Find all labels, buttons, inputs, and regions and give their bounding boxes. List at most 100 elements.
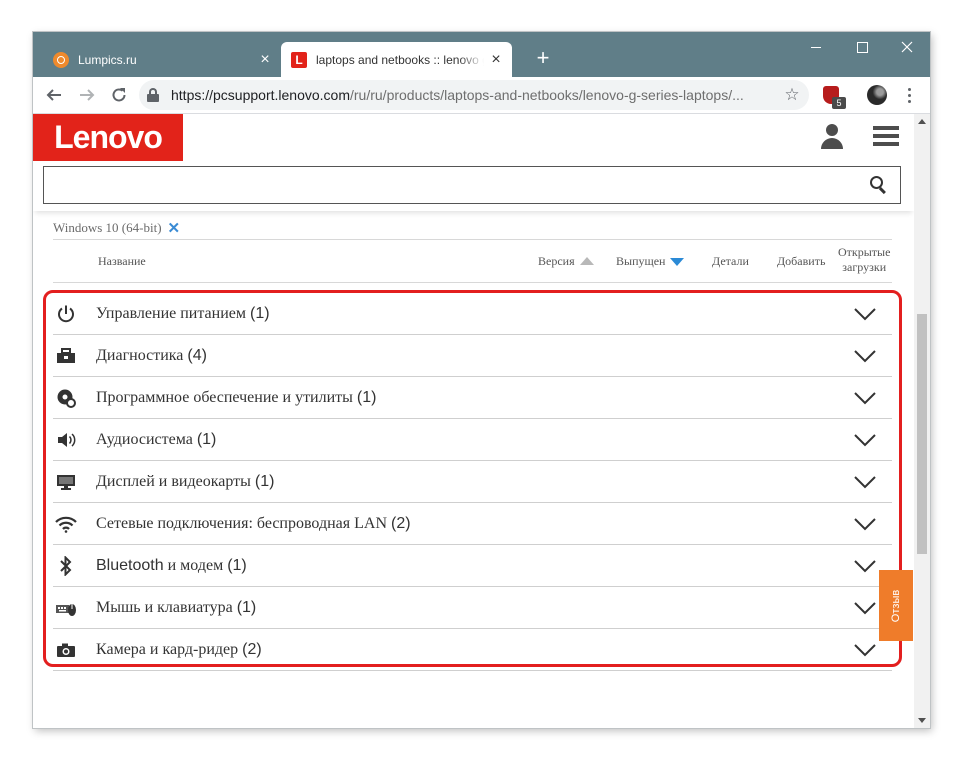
mouse-keyboard-icon — [55, 597, 77, 619]
category-row-audio[interactable]: Аудиосистема (1) — [53, 419, 892, 461]
category-row-camera[interactable]: Камера и кард-ридер (2) — [53, 629, 892, 671]
hamburger-menu-icon[interactable] — [873, 126, 899, 148]
profile-avatar[interactable] — [867, 85, 887, 105]
chevron-down-icon[interactable] — [854, 601, 876, 615]
category-row-bluetooth[interactable]: Bluetooth и модем (1) — [53, 545, 892, 587]
category-row-power[interactable]: Управление питанием (1) — [53, 293, 892, 335]
tab-lumpics[interactable]: Lumpics.ru × — [43, 42, 281, 77]
category-label: Диагностика (4) — [96, 346, 207, 364]
category-row-mouse-keyboard[interactable]: Мышь и клавиатура (1) — [53, 587, 892, 629]
table-header: Название Версия Выпущен Детали Добавить … — [53, 240, 892, 283]
maximize-button[interactable] — [839, 32, 885, 62]
category-label: Аудиосистема (1) — [96, 430, 217, 448]
remove-filter-icon[interactable]: ✕ — [168, 219, 181, 237]
search-icon[interactable] — [870, 176, 888, 195]
column-details: Детали — [712, 254, 749, 268]
chevron-down-icon[interactable] — [854, 559, 876, 573]
category-label: Сетевые подключения: беспроводная LAN (2… — [96, 514, 411, 532]
column-add: Добавить — [777, 254, 826, 268]
feedback-label: Отзыв — [889, 589, 902, 622]
camera-icon — [55, 639, 77, 661]
category-row-diagnostics[interactable]: Диагностика (4) — [53, 335, 892, 377]
minimize-icon — [811, 46, 821, 48]
bluetooth-icon — [55, 555, 77, 577]
lenovo-logo[interactable]: Lenovo — [33, 114, 183, 161]
maximize-icon — [856, 41, 868, 53]
chevron-down-icon[interactable] — [854, 349, 876, 363]
column-version[interactable]: Версия — [538, 254, 594, 269]
browser-toolbar: https://pcsupport.lenovo.com/ru/ru/produ… — [33, 77, 930, 114]
category-label: Bluetooth и модем (1) — [96, 556, 247, 574]
search-bar — [33, 161, 914, 211]
monitor-icon — [55, 471, 77, 493]
category-label: Программное обеспечение и утилиты (1) — [96, 388, 377, 406]
column-open-downloads: Открытые загрузки — [838, 245, 890, 275]
scroll-thumb[interactable] — [917, 314, 927, 554]
arrow-right-icon — [80, 89, 95, 101]
column-open-line1: Открытые — [838, 245, 891, 259]
close-window-button[interactable] — [884, 32, 930, 62]
arrow-left-icon — [46, 89, 61, 101]
tab-close-icon[interactable]: × — [253, 51, 277, 69]
toolbox-icon — [55, 345, 77, 367]
os-filter-label: Windows 10 (64-bit) — [53, 220, 162, 235]
chevron-down-icon[interactable] — [854, 475, 876, 489]
chevron-down-icon[interactable] — [854, 307, 876, 321]
star-icon[interactable]: ☆ — [779, 85, 805, 105]
category-label: Камера и кард-ридер (2) — [96, 640, 262, 658]
user-account-icon[interactable] — [821, 124, 843, 150]
url-path: /ru/ru/products/laptops-and-netbooks/len… — [350, 87, 744, 103]
column-released[interactable]: Выпущен — [616, 254, 685, 269]
address-bar[interactable]: https://pcsupport.lenovo.com/ru/ru/produ… — [139, 80, 809, 110]
chevron-down-icon[interactable] — [854, 517, 876, 531]
scroll-up-arrow-icon[interactable] — [918, 119, 926, 124]
wifi-icon — [55, 513, 77, 535]
url-host: https://pcsupport.lenovo.com — [171, 87, 350, 103]
lumpics-favicon-icon — [53, 51, 69, 68]
category-row-wireless[interactable]: Сетевые подключения: беспроводная LAN (2… — [53, 503, 892, 545]
url-text: https://pcsupport.lenovo.com/ru/ru/produ… — [171, 87, 779, 103]
sort-ascending-icon — [579, 257, 594, 265]
category-row-display[interactable]: Дисплей и видеокарты (1) — [53, 461, 892, 503]
category-label: Мышь и клавиатура (1) — [96, 598, 257, 616]
chevron-down-icon[interactable] — [854, 643, 876, 657]
tab-close-icon[interactable]: × — [484, 51, 508, 69]
search-input[interactable] — [44, 167, 884, 203]
os-filter: Windows 10 (64-bit) ✕ — [53, 217, 892, 240]
tab-title: laptops and netbooks :: lenovo g series … — [316, 52, 484, 67]
lock-icon — [147, 88, 159, 102]
sort-descending-icon — [670, 258, 685, 266]
search-field-wrapper — [43, 166, 901, 204]
driver-category-list: Управление питанием (1) Диагностика (4) … — [43, 290, 902, 671]
close-icon — [901, 41, 913, 53]
minimize-button[interactable] — [793, 32, 839, 62]
software-disc-icon — [55, 387, 77, 409]
reload-button[interactable] — [105, 81, 133, 109]
vertical-scrollbar[interactable] — [914, 114, 930, 728]
column-name: Название — [98, 254, 146, 268]
lenovo-favicon-icon: L — [291, 51, 307, 68]
category-row-software[interactable]: Программное обеспечение и утилиты (1) — [53, 377, 892, 419]
power-icon — [55, 303, 77, 325]
speaker-icon — [55, 429, 77, 451]
tab-lenovo[interactable]: L laptops and netbooks :: lenovo g serie… — [281, 42, 512, 77]
extension-badge: 5 — [832, 97, 846, 109]
category-label: Дисплей и видеокарты (1) — [96, 472, 275, 490]
column-version-label: Версия — [538, 254, 575, 268]
tab-title: Lumpics.ru — [78, 52, 137, 67]
back-button[interactable] — [40, 81, 68, 109]
page-viewport: Lenovo Windows 10 (64-bit) ✕ Название Ве… — [33, 114, 930, 728]
column-open-line2: загрузки — [842, 260, 887, 274]
category-label: Управление питанием (1) — [96, 304, 270, 322]
column-released-label: Выпущен — [616, 254, 666, 268]
reload-icon — [112, 88, 126, 102]
browser-menu-button[interactable] — [899, 85, 919, 105]
forward-button[interactable] — [73, 81, 101, 109]
chevron-down-icon[interactable] — [854, 391, 876, 405]
feedback-button[interactable]: Отзыв — [879, 570, 913, 641]
scroll-down-arrow-icon[interactable] — [918, 718, 926, 723]
tab-strip: Lumpics.ru × L laptops and netbooks :: l… — [33, 32, 930, 77]
new-tab-button[interactable]: + — [531, 46, 555, 70]
chevron-down-icon[interactable] — [854, 433, 876, 447]
browser-window: Lumpics.ru × L laptops and netbooks :: l… — [33, 32, 930, 728]
